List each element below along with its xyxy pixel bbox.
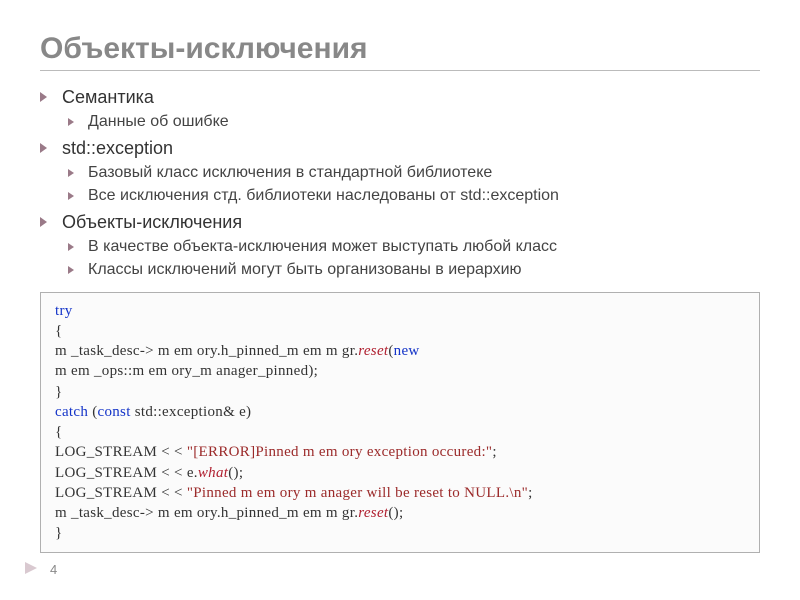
code-fn: what [198, 465, 228, 481]
code-fn: reset [358, 505, 388, 521]
code-fn: reset [358, 343, 388, 359]
slide-title: Объекты-исключения [40, 32, 760, 66]
code-text: m em _ops::m em ory_m anager_pinned); [55, 363, 318, 379]
title-underline [40, 70, 760, 71]
page-number: 4 [50, 562, 57, 577]
bullet-label: Объекты-исключения [62, 212, 242, 232]
code-text: (); [388, 505, 403, 521]
code-text: ; [492, 444, 496, 460]
code-text: } [55, 384, 63, 400]
code-text: { [55, 323, 63, 339]
code-str: "[ERROR]Pinned m em ory exception occure… [187, 444, 493, 460]
code-text: LOG_STREAM < < [55, 444, 187, 460]
code-text: LOG_STREAM < < e. [55, 465, 198, 481]
sub-bullet: Данные об ошибке [68, 111, 760, 133]
code-str: "Pinned m em ory m anager will be reset … [187, 485, 528, 501]
sub-bullet: Классы исключений могут быть организован… [68, 259, 760, 281]
code-kw: try [55, 303, 73, 319]
bullet-label: Семантика [62, 87, 154, 107]
bullet-exception-objects: Объекты-исключения В качестве объекта-ис… [40, 210, 760, 282]
code-kw: catch [55, 404, 88, 420]
code-text: ( [88, 404, 97, 420]
bullet-list: Семантика Данные об ошибке std::exceptio… [40, 85, 760, 282]
code-block: try { m _task_desc-> m em ory.h_pinned_m… [40, 292, 760, 553]
code-text: m _task_desc-> m em ory.h_pinned_m em m … [55, 343, 358, 359]
page-indicator-icon [25, 562, 37, 574]
bullet-label: std::exception [62, 138, 173, 158]
code-text: m _task_desc-> m em ory.h_pinned_m em m … [55, 505, 358, 521]
sub-bullet: Базовый класс исключения в стандартной б… [68, 162, 760, 184]
code-kw: const [98, 404, 131, 420]
bullet-std-exception: std::exception Базовый класс исключения … [40, 136, 760, 208]
code-kw: new [394, 343, 420, 359]
code-text: ; [528, 485, 532, 501]
sub-bullet: Все исключения стд. библиотеки наследова… [68, 185, 760, 207]
code-text: } [55, 525, 63, 541]
code-text: (); [228, 465, 243, 481]
code-text: LOG_STREAM < < [55, 485, 187, 501]
code-text: std::exception& e) [131, 404, 252, 420]
sub-bullet: В качестве объекта-исключения может выст… [68, 236, 760, 258]
bullet-semantics: Семантика Данные об ошибке [40, 85, 760, 134]
code-text: { [55, 424, 63, 440]
